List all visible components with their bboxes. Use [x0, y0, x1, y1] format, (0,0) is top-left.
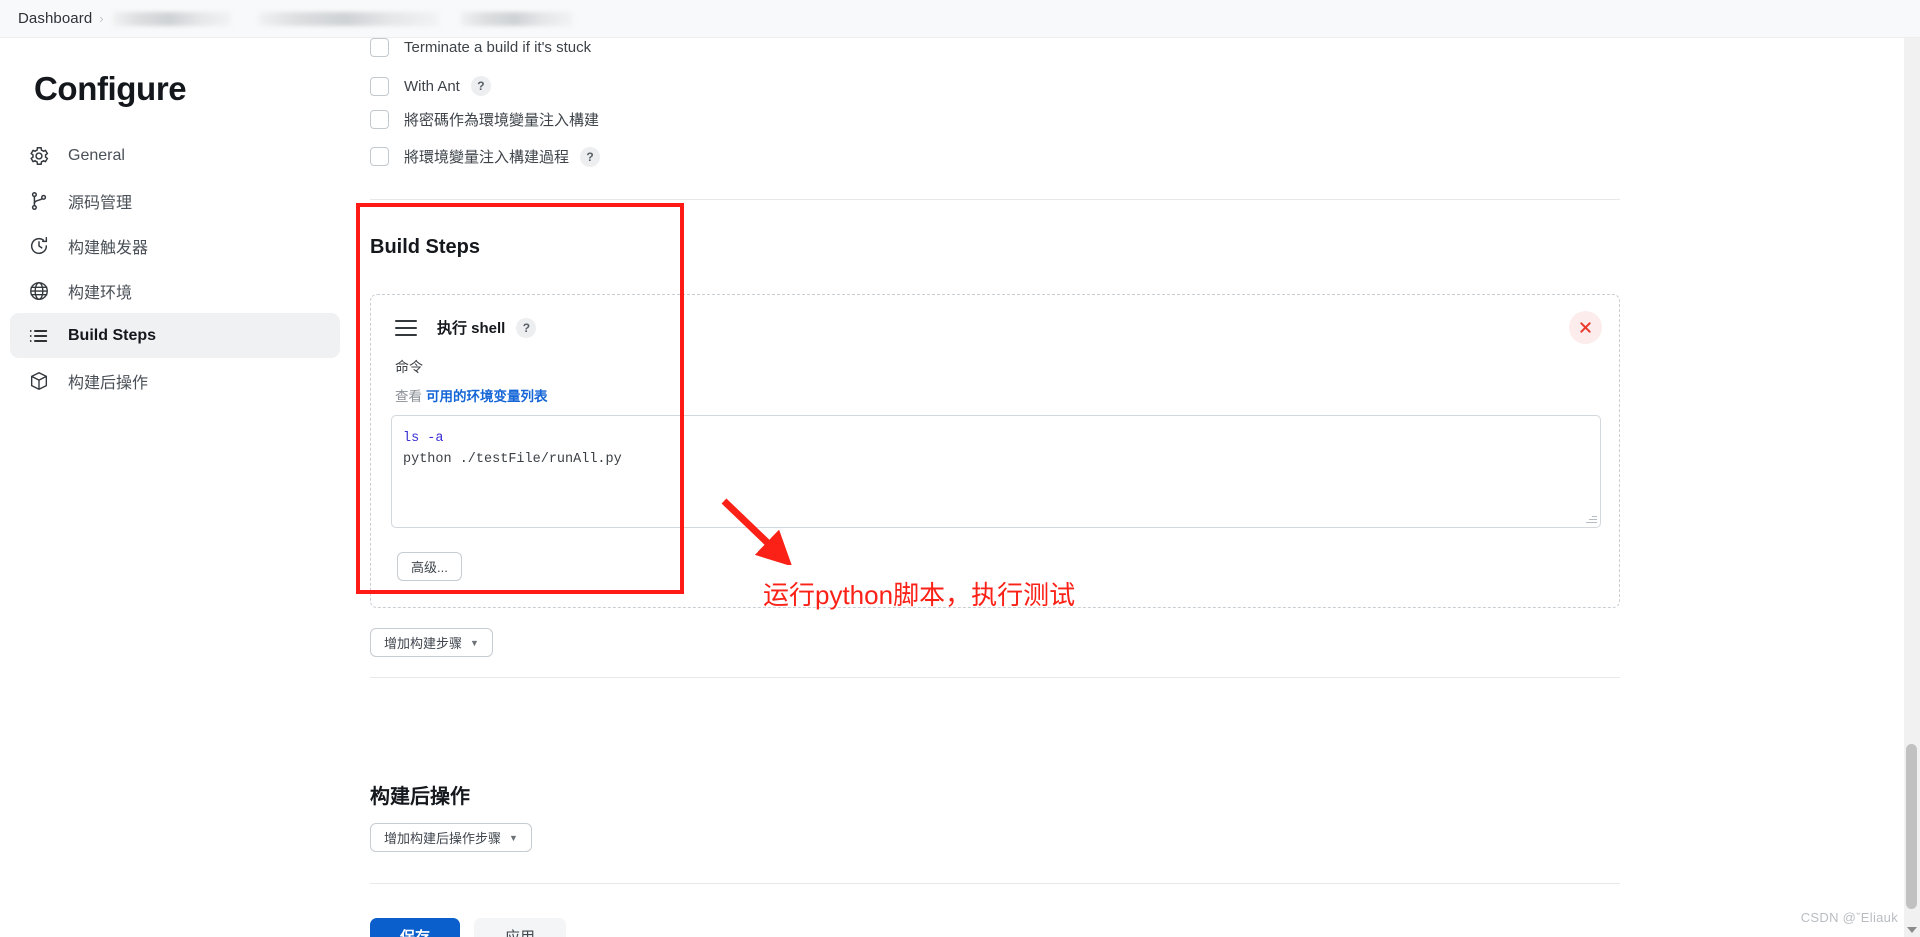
build-steps-heading: Build Steps — [370, 236, 481, 258]
build-step-header: 执行 shell ? — [395, 317, 537, 338]
sidebar-item-label: 构建后操作 — [68, 374, 149, 392]
checkbox-row-terminate-build[interactable]: Terminate a build if it's stuck — [370, 38, 591, 57]
add-build-step-label: 增加构建步骤 — [384, 636, 463, 651]
help-icon[interactable]: ? — [580, 146, 601, 167]
checkbox-label: 將密碼作為環境變量注入構建 — [404, 112, 600, 129]
sidebar-item-source-code-management[interactable]: 源码管理 — [10, 178, 340, 223]
sidebar-item-label: 构建触发器 — [68, 239, 149, 257]
breadcrumb-redacted-item-1[interactable] — [112, 11, 231, 26]
chevron-down-icon: ▼ — [509, 832, 518, 843]
sidebar-item-post-build-actions[interactable]: 构建后操作 — [10, 358, 340, 403]
scrollbar-thumb[interactable] — [1906, 744, 1917, 909]
annotation-note: 运行python脚本，执行测试 — [763, 580, 1076, 610]
breadcrumb-redacted-item-3[interactable] — [460, 11, 573, 26]
code-line-1: ls -a — [403, 431, 444, 446]
add-post-build-label: 增加构建后操作步骤 — [384, 831, 502, 846]
checkbox-row-inject-passwords[interactable]: 將密碼作為環境變量注入構建 — [370, 109, 599, 130]
scroll-down-arrow-icon[interactable] — [1907, 927, 1917, 933]
section-divider — [370, 883, 1620, 884]
build-step-title: 执行 shell — [437, 320, 506, 337]
sidebar: Configure General 源码管理 构建触发器 构建环境 Build … — [0, 38, 352, 937]
sidebar-nav: General 源码管理 构建触发器 构建环境 Build Steps 构建后操… — [10, 133, 340, 403]
checkbox-row-inject-env-vars[interactable]: 將環境變量注入構建過程 ? — [370, 146, 601, 167]
checkbox-inject-passwords[interactable] — [370, 110, 389, 129]
gear-icon — [26, 143, 52, 169]
jenkins-configure-page: Dashboard › Configure General 源码管理 构建触发器… — [0, 0, 1920, 937]
breadcrumb-separator-icon: › — [99, 11, 104, 26]
apply-button[interactable]: 应用 — [474, 918, 566, 937]
help-icon[interactable]: ? — [516, 317, 537, 338]
vertical-scrollbar[interactable] — [1904, 38, 1920, 937]
checkbox-label: 將環境變量注入構建過程 — [404, 149, 570, 166]
list-icon — [26, 323, 52, 349]
code-line-2: python ./testFile/runAll.py — [403, 452, 622, 467]
build-step-panel: 执行 shell ? 命令 查看 可用的环境变量列表 ls -a python .… — [370, 294, 1620, 608]
available-env-vars-link[interactable]: 可用的环境变量列表 — [426, 389, 548, 404]
command-label: 命令 — [395, 359, 423, 375]
sidebar-item-general[interactable]: General — [10, 133, 340, 178]
sidebar-item-label: 源码管理 — [68, 194, 133, 212]
breadcrumb: Dashboard › — [0, 0, 1920, 38]
advanced-button[interactable]: 高级... — [397, 552, 462, 581]
sidebar-item-build-triggers[interactable]: 构建触发器 — [10, 223, 340, 268]
sidebar-item-label: 构建环境 — [68, 284, 133, 302]
breadcrumb-redacted-item-2[interactable] — [258, 11, 439, 26]
branch-icon — [26, 188, 52, 214]
page-title: Configure — [34, 70, 187, 107]
watermark: CSDN @ˇEliauk — [1800, 910, 1898, 925]
add-build-step-button[interactable]: 增加构建步骤 ▼ — [370, 628, 493, 657]
checkbox-terminate-build[interactable] — [370, 38, 389, 57]
shell-command-code[interactable]: ls -a python ./testFile/runAll.py — [392, 416, 1600, 470]
checkbox-row-with-ant[interactable]: With Ant ? — [370, 76, 491, 96]
sidebar-item-build-environment[interactable]: 构建环境 — [10, 268, 340, 313]
drag-handle-icon[interactable] — [395, 319, 417, 336]
section-divider — [370, 677, 1620, 678]
checkbox-label: With Ant — [404, 77, 460, 95]
sidebar-item-label: General — [68, 146, 125, 164]
close-icon — [1580, 322, 1591, 333]
section-divider — [370, 199, 1620, 200]
checkbox-inject-env-vars[interactable] — [370, 147, 389, 166]
help-icon[interactable]: ? — [470, 76, 491, 96]
env-link-prefix: 查看 — [395, 389, 422, 404]
sidebar-item-label: Build Steps — [68, 326, 157, 344]
env-vars-link-row: 查看 可用的环境变量列表 — [395, 385, 548, 405]
chevron-down-icon: ▼ — [470, 637, 479, 648]
package-icon — [26, 368, 52, 394]
sidebar-item-build-steps[interactable]: Build Steps — [10, 313, 340, 358]
globe-icon — [26, 278, 52, 304]
add-post-build-step-button[interactable]: 增加构建后操作步骤 ▼ — [370, 823, 532, 852]
editor-resize-handle[interactable] — [1585, 512, 1598, 525]
main-content: Terminate a build if it's stuck With Ant… — [352, 38, 1920, 937]
save-button[interactable]: 保存 — [370, 918, 460, 937]
checkbox-label: Terminate a build if it's stuck — [404, 39, 592, 56]
shell-command-editor[interactable]: ls -a python ./testFile/runAll.py — [391, 415, 1601, 528]
breadcrumb-dashboard[interactable]: Dashboard — [18, 10, 92, 27]
checkbox-with-ant[interactable] — [370, 76, 389, 96]
remove-build-step-button[interactable] — [1569, 311, 1602, 344]
post-build-heading: 构建后操作 — [370, 786, 470, 808]
clock-icon — [26, 233, 52, 259]
